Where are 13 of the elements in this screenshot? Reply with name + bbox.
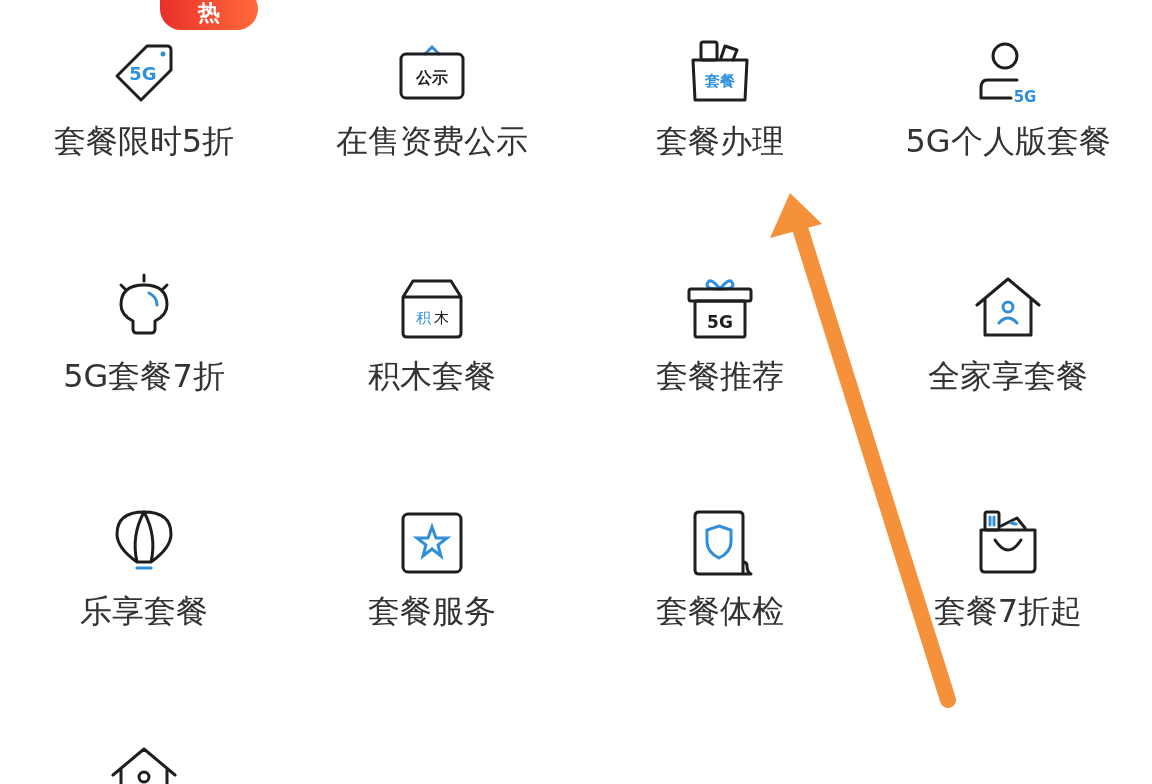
- menu-label[interactable]: 套餐办理: [656, 122, 784, 160]
- hot-badge: 热: [160, 0, 258, 30]
- menu-label[interactable]: 积木套餐: [368, 357, 496, 395]
- menu-label[interactable]: 5G套餐7折: [63, 357, 225, 395]
- menu-label[interactable]: 5G个人版套餐: [905, 122, 1111, 160]
- menu-label[interactable]: 套餐推荐: [656, 357, 784, 395]
- menu-label[interactable]: 乐享套餐: [80, 592, 208, 630]
- menu-label[interactable]: 套餐7折起: [933, 592, 1083, 630]
- menu-label[interactable]: 全家享套餐: [928, 357, 1088, 395]
- menu-label[interactable]: 在售资费公示: [336, 122, 528, 160]
- menu-label[interactable]: 套餐体检: [656, 592, 784, 630]
- menu-label[interactable]: 套餐服务: [368, 592, 496, 630]
- menu-label[interactable]: 套餐限时5折: [53, 122, 235, 160]
